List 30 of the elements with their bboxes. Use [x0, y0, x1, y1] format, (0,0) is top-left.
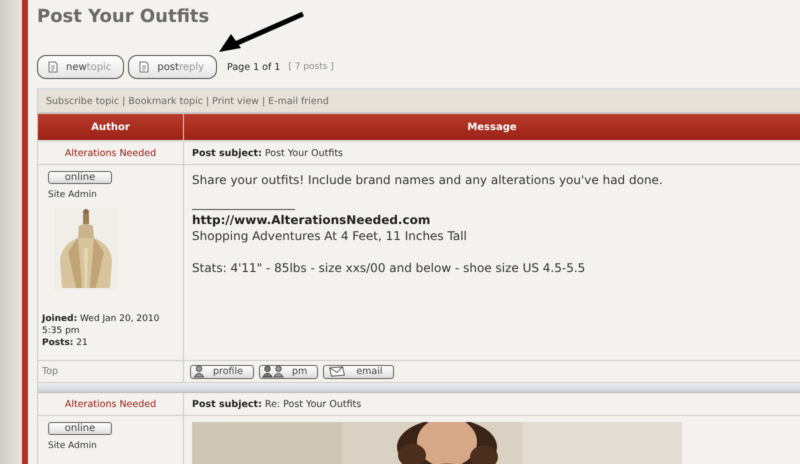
signature-text: Stats: 4'11" - 85lbs - size xxs/00 and below - shoe size US 4.5-5.5 — [192, 260, 586, 276]
post-subject: Post subject: Re: Post Your Outfits — [191, 398, 362, 410]
author-name[interactable]: Alterations Needed — [38, 142, 184, 164]
topic-title: Post Your Outfits — [37, 6, 210, 29]
topic-links[interactable]: Subscribe topic | Bookmark topic | Print view | E-mail friend — [46, 96, 329, 106]
document-icon — [46, 60, 60, 74]
page-indicator: Page 1 of 1 — [227, 62, 280, 72]
action-button[interactable]: newtopic — [37, 55, 124, 79]
column-header: Message — [466, 120, 518, 134]
post-text: Share your outfits! Include brand names and any alterations you've had done. — [192, 173, 664, 187]
person-icon — [193, 365, 205, 378]
action-button[interactable]: postreply — [128, 55, 218, 79]
author-name[interactable]: Alterations Needed — [38, 393, 184, 415]
signature-link[interactable]: http://www.AlterationsNeeded.com — [192, 212, 430, 228]
email-button[interactable]: email — [323, 364, 394, 378]
online-badge: online — [48, 171, 112, 184]
top-link[interactable]: Top — [38, 366, 58, 377]
post-subject: Post subject: Post Your Outfits — [191, 148, 343, 158]
user-rank: Site Admin — [48, 190, 97, 200]
post-count: [ 7 posts ] — [288, 62, 334, 72]
join-date: Joined: Wed Jan 20, 2010 5:35 pm — [42, 313, 160, 337]
signature-text: Shopping Adventures At 4 Feet, 11 Inches Tall — [192, 228, 467, 244]
pm-button[interactable]: pm — [259, 364, 318, 378]
user-rank: Site Admin — [48, 441, 97, 451]
user-post-count: Posts: 21 — [42, 337, 88, 349]
online-badge: online — [48, 422, 112, 435]
document-icon — [137, 60, 152, 74]
profile-button[interactable]: profile — [190, 364, 254, 378]
people-icon — [262, 365, 284, 378]
column-header: Author — [38, 114, 184, 140]
